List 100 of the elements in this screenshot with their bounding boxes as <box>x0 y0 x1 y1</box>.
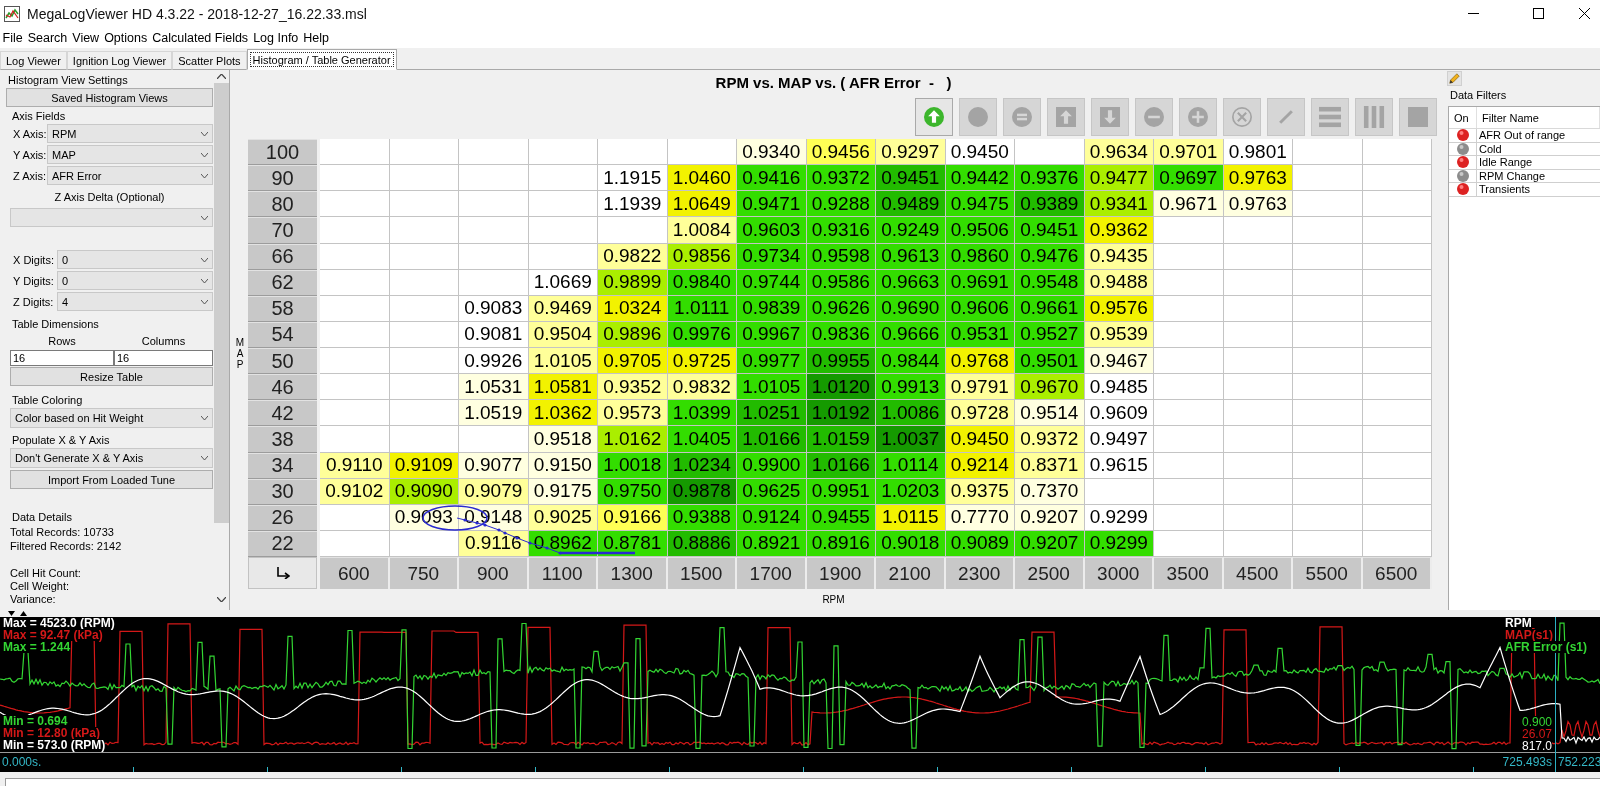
table-cell: 0.9124 <box>737 504 807 531</box>
table-cell: 0.9514 <box>1015 400 1085 427</box>
arrow-down-square-icon <box>1100 107 1120 127</box>
status-dot[interactable] <box>1456 129 1469 142</box>
x-circle-icon <box>1232 107 1252 127</box>
min-label: Min = 0.694 <box>3 715 68 727</box>
import-button[interactable]: Import From Loaded Tune <box>10 470 213 489</box>
columns-icon <box>1363 106 1385 128</box>
table-cell: 0.9166 <box>598 504 668 531</box>
table-cell: 0.9822 <box>598 243 668 270</box>
tab[interactable]: Ignition Log Viewer <box>66 51 173 70</box>
table-cell: 0.9455 <box>806 504 876 531</box>
table-cell: 0.9750 <box>598 478 668 505</box>
columns-field[interactable]: 16 <box>114 350 213 366</box>
chevron-down-icon <box>201 257 208 262</box>
row-header: 46 <box>248 374 317 401</box>
app-logo-icon <box>4 5 20 22</box>
group-title: Data Details <box>12 511 72 523</box>
axis-value: 4500 <box>1223 557 1293 589</box>
status-dot[interactable] <box>1456 142 1469 155</box>
group-title: Histogram View Settings <box>8 74 128 86</box>
menu-item[interactable]: Calculated Fields <box>149 28 251 47</box>
rows-field[interactable]: 16 <box>10 350 114 366</box>
table-cell: 0.9844 <box>876 348 946 375</box>
menu-item[interactable]: Search <box>25 28 70 47</box>
status-dot[interactable] <box>1456 183 1469 196</box>
menu-item[interactable]: Log Info <box>250 28 301 47</box>
table-cell: 0.9110 <box>320 452 390 479</box>
menu-item[interactable]: File <box>0 28 26 47</box>
table-cell: 0.9626 <box>806 295 876 322</box>
min-label: Min = 573.0 (RPM) <box>3 739 106 751</box>
field-label: Columns <box>141 335 186 347</box>
group-title: Table Coloring <box>12 394 83 406</box>
table-cell: 0.9603 <box>737 217 807 244</box>
table-cell: 1.0105 <box>528 348 598 375</box>
edit-button[interactable] <box>1447 71 1462 86</box>
status-dot[interactable] <box>1456 156 1469 169</box>
menu-item[interactable]: Help <box>300 28 332 47</box>
table-cell: 0.9341 <box>1084 191 1154 218</box>
axis-dropdown[interactable]: AFR Error <box>47 166 213 185</box>
axis-value: 3500 <box>1154 557 1224 589</box>
toolbar-button[interactable] <box>915 98 953 136</box>
digits-dropdown[interactable]: 0 <box>57 271 213 290</box>
resize-button[interactable]: Resize Table <box>10 367 213 386</box>
axis-dropdown[interactable]: MAP <box>47 145 213 164</box>
menu-item[interactable]: View <box>69 28 102 47</box>
table-cell: 0.9090 <box>389 478 459 505</box>
axis-value: 2500 <box>1015 557 1085 589</box>
legend-label: RPM <box>1505 617 1532 629</box>
digits-dropdown[interactable]: 4 <box>57 292 213 311</box>
table-cell: 0.9018 <box>876 530 946 557</box>
tab[interactable]: Scatter Plots <box>172 51 247 70</box>
tab[interactable]: Log Viewer <box>0 51 67 70</box>
menu-item[interactable]: Options <box>101 28 150 47</box>
chevron-down-icon <box>201 215 208 220</box>
field-label: Rows <box>48 335 76 347</box>
table-cell: 1.0669 <box>528 269 598 296</box>
field-label: Z Digits: <box>13 295 54 308</box>
saved-views-button[interactable]: Saved Histogram Views <box>6 88 213 107</box>
triangle-down-icon[interactable] <box>8 611 15 616</box>
input-field[interactable] <box>5 778 1600 786</box>
table-cell: 0.9207 <box>1015 530 1085 557</box>
populate-dropdown[interactable]: Don't Generate X & Y Axis <box>10 448 213 468</box>
table-cell: 0.9734 <box>737 243 807 270</box>
rows-icon <box>1319 106 1341 128</box>
table-cell: 1.0037 <box>876 426 946 453</box>
corner-button[interactable] <box>248 557 317 589</box>
axis-dropdown[interactable]: RPM <box>47 124 213 143</box>
coloring-dropdown[interactable]: Color based on Hit Weight <box>10 408 213 428</box>
group-title: Table Dimensions <box>12 318 99 330</box>
digits-dropdown[interactable]: 0 <box>57 250 213 269</box>
table-cell: 1.0086 <box>876 400 946 427</box>
status-dot[interactable] <box>1456 169 1469 182</box>
table-cell: 0.9025 <box>528 504 598 531</box>
chevron-down-icon <box>201 299 208 304</box>
row-header: 30 <box>248 478 317 505</box>
tab[interactable]: Histogram / Table Generator <box>246 49 397 70</box>
table-cell: 0.9913 <box>876 374 946 401</box>
filter-name: AFR Out of range <box>1479 129 1566 142</box>
detail-text: Total Records: 10733 <box>10 526 114 538</box>
tick-mark <box>133 767 134 772</box>
table-cell: 0.9691 <box>945 269 1015 296</box>
table-cell: 1.0084 <box>667 217 737 244</box>
field-label: X Digits: <box>13 253 54 266</box>
scrollbar-thumb[interactable] <box>214 83 229 523</box>
table-cell: 0.9856 <box>667 243 737 270</box>
table-cell: 0.9352 <box>598 374 668 401</box>
table-cell: 1.0166 <box>806 452 876 479</box>
chevron-down-icon[interactable] <box>217 597 226 602</box>
table-cell: 1.0405 <box>667 426 737 453</box>
table-cell: 0.9316 <box>806 217 876 244</box>
table-cell: 0.9967 <box>737 321 807 348</box>
axis-value: 1700 <box>737 557 807 589</box>
table-cell: 0.9900 <box>737 452 807 479</box>
chevron-up-icon[interactable] <box>217 74 226 79</box>
chevron-down-icon <box>201 456 208 460</box>
delta-dropdown[interactable] <box>10 208 213 227</box>
triangle-up-icon[interactable] <box>20 611 27 616</box>
table-cell: 0.9297 <box>876 139 946 166</box>
table-cell: 1.0166 <box>737 426 807 453</box>
